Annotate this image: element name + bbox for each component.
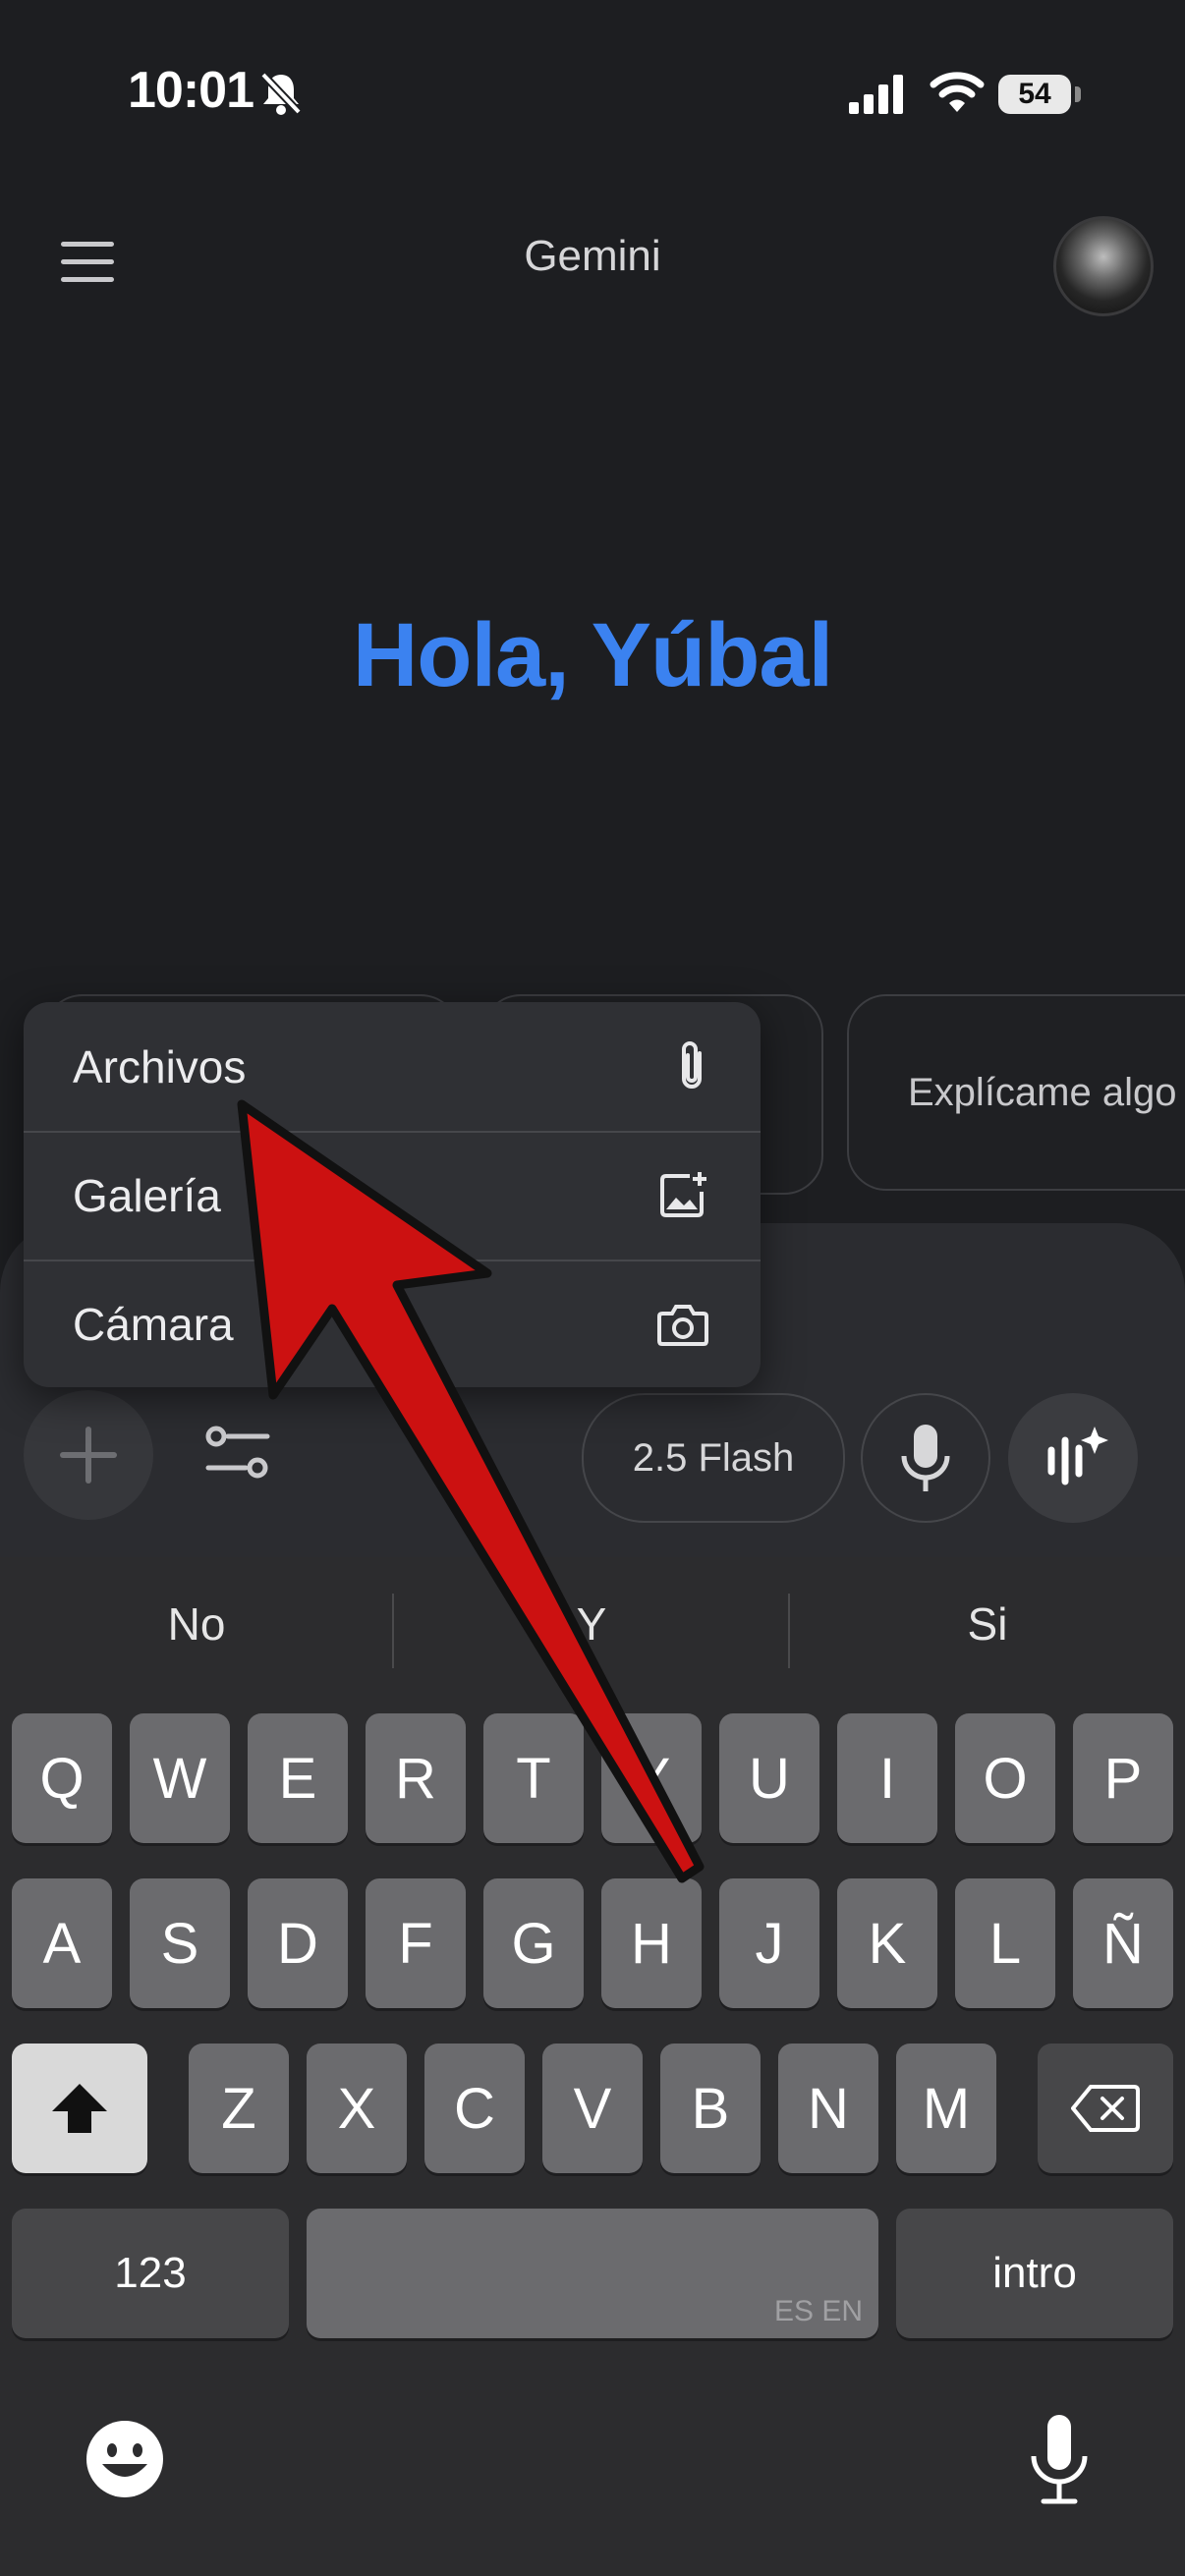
key-n[interactable]: N — [778, 2044, 878, 2173]
numbers-key[interactable]: 123 — [12, 2209, 289, 2338]
wifi-icon — [930, 72, 985, 112]
menu-item-label: Cámara — [73, 1298, 234, 1350]
live-waveform-sparkle-icon — [1047, 1427, 1108, 1485]
attach-menu: Archivos Galería Cámara — [24, 1002, 761, 1387]
paperclip-icon — [682, 1040, 702, 1089]
key-x[interactable]: X — [307, 2044, 407, 2173]
model-selector-button[interactable]: 2.5 Flash — [582, 1393, 845, 1523]
key-a[interactable]: A — [12, 1878, 112, 2008]
menu-item-label: Archivos — [73, 1040, 247, 1092]
key-ñ[interactable]: Ñ — [1073, 1878, 1173, 2008]
space-language-label: ES EN — [773, 2295, 863, 2327]
key-i[interactable]: I — [837, 1713, 937, 1843]
key-l[interactable]: L — [955, 1878, 1055, 2008]
key-j[interactable]: J — [719, 1878, 819, 2008]
voice-input-button[interactable] — [861, 1393, 990, 1523]
keyboard-suggestion[interactable]: Y — [395, 1597, 788, 1651]
key-p[interactable]: P — [1073, 1713, 1173, 1843]
keyboard-suggestion[interactable]: No — [0, 1597, 393, 1651]
key-z[interactable]: Z — [189, 2044, 289, 2173]
key-w[interactable]: W — [130, 1713, 230, 1843]
return-key[interactable]: intro — [896, 2209, 1173, 2338]
keyboard-suggestion[interactable]: Si — [791, 1597, 1184, 1651]
greeting-text: Hola, Yúbal — [352, 605, 833, 705]
add-attachment-button[interactable] — [24, 1390, 153, 1520]
backspace-icon — [1071, 2085, 1140, 2132]
key-v[interactable]: V — [542, 2044, 643, 2173]
key-c[interactable]: C — [424, 2044, 525, 2173]
gallery-add-icon — [660, 1171, 706, 1217]
menu-item-galeria[interactable]: Galería — [24, 1131, 761, 1260]
gemini-live-button[interactable] — [1008, 1393, 1138, 1523]
plus-icon — [60, 1427, 117, 1484]
menu-item-archivos[interactable]: Archivos — [24, 1002, 761, 1131]
cellular-signal-icon — [849, 75, 903, 114]
battery-indicator: 54 — [998, 75, 1071, 114]
shift-arrow-icon — [52, 2084, 107, 2133]
key-s[interactable]: S — [130, 1878, 230, 2008]
suggestion-chip[interactable]: Explícame algo — [847, 994, 1185, 1191]
status-time: 10:01 — [128, 62, 254, 119]
key-o[interactable]: O — [955, 1713, 1055, 1843]
shift-key[interactable] — [12, 2044, 147, 2173]
battery-tip — [1075, 86, 1081, 102]
suggestion-divider — [392, 1594, 394, 1668]
key-r[interactable]: R — [366, 1713, 466, 1843]
key-q[interactable]: Q — [12, 1713, 112, 1843]
suggestion-chip-label: Explícame algo — [908, 1070, 1177, 1114]
emoji-icon[interactable] — [85, 2419, 165, 2499]
dictation-microphone-icon[interactable] — [1028, 2413, 1091, 2507]
key-k[interactable]: K — [837, 1878, 937, 2008]
key-e[interactable]: E — [248, 1713, 348, 1843]
suggestion-divider — [788, 1594, 790, 1668]
key-d[interactable]: D — [248, 1878, 348, 2008]
menu-item-camara[interactable]: Cámara — [24, 1260, 761, 1388]
tools-sliders-icon[interactable] — [202, 1425, 273, 1484]
backspace-key[interactable] — [1038, 2044, 1173, 2173]
key-m[interactable]: M — [896, 2044, 996, 2173]
key-y[interactable]: Y — [601, 1713, 702, 1843]
key-h[interactable]: H — [601, 1878, 702, 2008]
key-u[interactable]: U — [719, 1713, 819, 1843]
key-g[interactable]: G — [483, 1878, 584, 2008]
microphone-icon — [901, 1425, 950, 1491]
menu-item-label: Galería — [73, 1169, 221, 1221]
key-b[interactable]: B — [660, 2044, 761, 2173]
key-f[interactable]: F — [366, 1878, 466, 2008]
camera-icon — [657, 1304, 708, 1346]
app-title: Gemini — [524, 232, 661, 280]
avatar[interactable] — [1053, 216, 1154, 316]
space-key[interactable]: ES EN — [307, 2209, 878, 2338]
bell-muted-icon — [260, 72, 302, 115]
key-t[interactable]: T — [483, 1713, 584, 1843]
